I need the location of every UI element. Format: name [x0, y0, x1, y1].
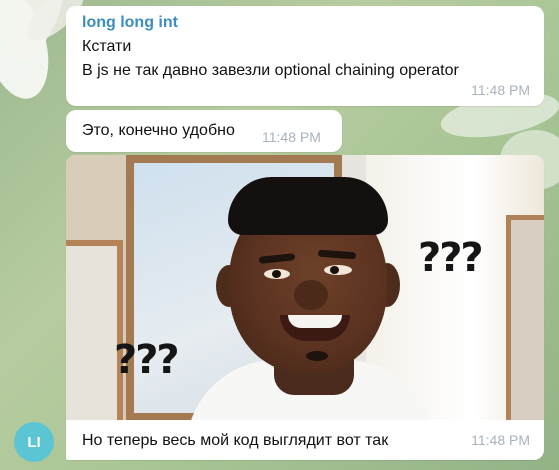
question-marks-overlay: ???: [114, 337, 180, 383]
photo-beard: [306, 351, 328, 361]
message-time: 11:48 PM: [262, 129, 321, 145]
photo-picture-frame: [506, 215, 544, 420]
message-bubble[interactable]: Это, конечно удобно 11:48 PM: [66, 110, 342, 152]
message-time: 11:48 PM: [471, 432, 530, 448]
question-marks-overlay: ???: [418, 235, 484, 281]
message-text: В js не так давно завезли optional chain…: [82, 62, 459, 79]
message-bubble[interactable]: long long int Кстати В js не так давно з…: [66, 6, 544, 106]
message-text: Это, конечно удобно: [82, 122, 235, 139]
message-time: 11:48 PM: [471, 82, 530, 98]
meme-photo[interactable]: ??? ???: [66, 155, 544, 420]
message-text: Кстати: [82, 38, 132, 55]
photo-pupil: [272, 270, 281, 278]
photo-message-bubble[interactable]: ??? ??? Но теперь весь мой код выглядит …: [66, 155, 544, 460]
photo-nose: [294, 280, 328, 310]
sender-name[interactable]: long long int: [82, 14, 178, 32]
photo-pupil: [330, 266, 339, 274]
photo-caption: Но теперь весь мой код выглядит вот так: [82, 432, 389, 449]
photo-picture-frame: [66, 240, 123, 420]
sender-avatar[interactable]: LI: [14, 422, 54, 462]
photo-teeth: [288, 315, 342, 328]
photo-hair: [228, 177, 388, 235]
